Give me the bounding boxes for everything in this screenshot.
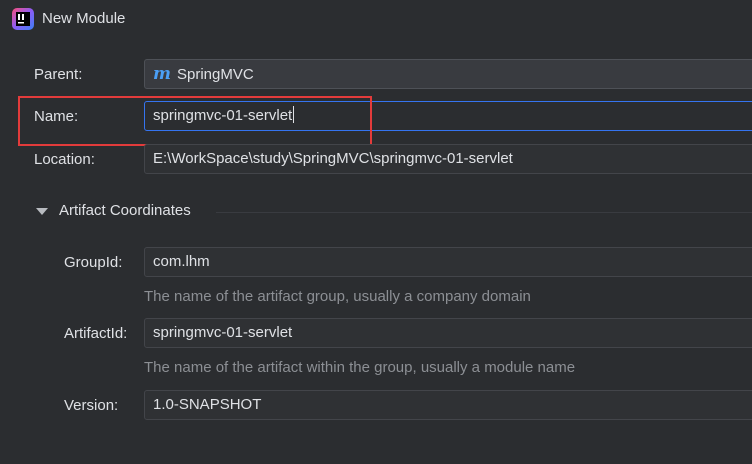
section-divider [216,212,752,213]
parent-value: SpringMVC [177,66,254,83]
version-label: Version: [64,397,119,414]
artifactid-value: springmvc-01-servlet [153,324,293,341]
groupid-value: com.lhm [153,253,210,270]
version-input[interactable]: 1.0-SNAPSHOT [144,390,752,420]
chevron-down-icon [36,208,48,215]
groupid-hint: The name of the artifact group, usually … [144,288,531,305]
intellij-idea-icon [12,8,34,30]
groupid-input[interactable]: com.lhm [144,247,752,277]
annotation-highlight-box [18,96,372,146]
location-value: E:\WorkSpace\study\SpringMVC\springmvc-0… [153,150,513,167]
artifactid-label: ArtifactId: [64,325,128,342]
window-title: New Module [42,10,126,27]
parent-label: Parent: [34,66,83,83]
title-bar: New Module [0,0,752,40]
groupid-label: GroupId: [64,254,123,271]
location-label: Location: [34,151,95,168]
artifactid-hint: The name of the artifact within the grou… [144,359,576,376]
artifact-coordinates-title: Artifact Coordinates [59,202,191,219]
artifactid-input[interactable]: springmvc-01-servlet [144,318,752,348]
parent-field[interactable]: m SpringMVC [144,59,752,89]
artifact-coordinates-toggle[interactable]: Artifact Coordinates [36,201,752,223]
version-value: 1.0-SNAPSHOT [153,396,262,413]
maven-module-icon: m [153,64,171,84]
location-input[interactable]: E:\WorkSpace\study\SpringMVC\springmvc-0… [144,144,752,174]
